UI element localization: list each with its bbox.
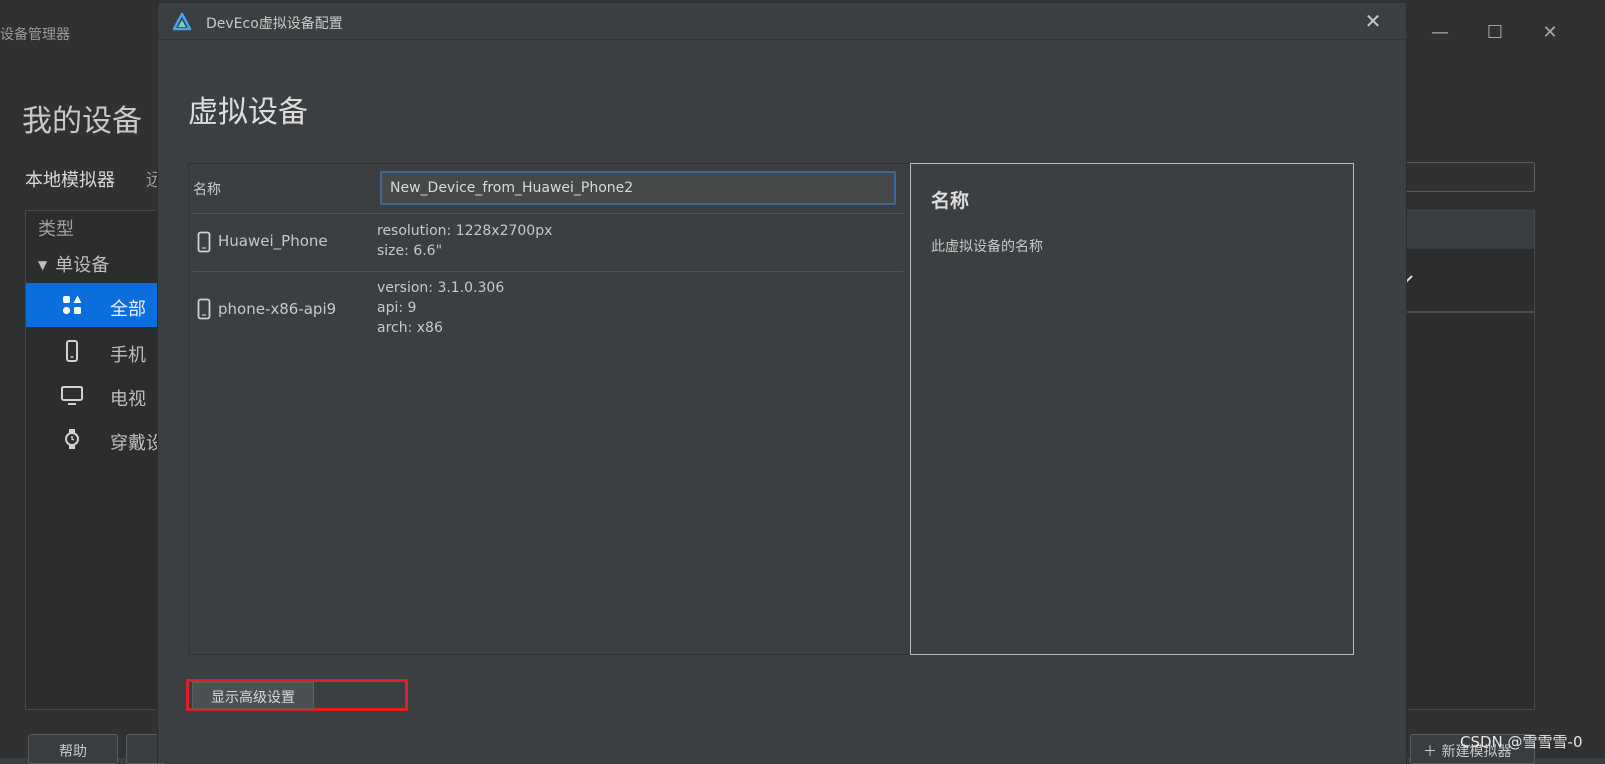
minimize-icon[interactable]: — <box>1425 24 1455 44</box>
device-config-form: 名称 Huawei_Phone resolution: 1228x2700px … <box>188 163 918 655</box>
system-image-specs: version: 3.1.0.306 api: 9 arch: x86 <box>377 278 504 338</box>
group-label: 单设备 <box>55 255 110 276</box>
watch-icon <box>65 429 79 449</box>
device-type-sidebar: 类型 ▼ 单设备 全部 手机 电视 穿戴设 <box>25 210 166 710</box>
help-title: 名称 <box>931 190 970 212</box>
phone-icon <box>197 298 211 320</box>
collapse-triangle-icon[interactable]: ▼ <box>38 258 47 272</box>
hardware-resolution: resolution: 1228x2700px <box>377 223 553 239</box>
system-image-name: phone-x86-api9 <box>218 300 337 318</box>
type-column-header: 类型 <box>38 219 74 240</box>
window-close-icon[interactable]: ✕ <box>1535 24 1565 44</box>
grid-icon <box>62 295 82 315</box>
deveco-logo-icon <box>172 12 192 31</box>
phone-icon <box>66 340 78 362</box>
tab-local-emulator[interactable]: 本地模拟器 <box>25 166 115 192</box>
hardware-specs: resolution: 1228x2700px size: 6.6" <box>377 221 552 261</box>
name-row: 名称 <box>193 164 903 214</box>
sidebar-item-phone[interactable]: 手机 <box>26 329 166 373</box>
phone-icon <box>197 231 211 253</box>
sidebar-item-wearable[interactable]: 穿戴设 <box>26 417 166 461</box>
help-description: 此虚拟设备的名称 <box>931 239 1043 255</box>
device-name-input[interactable] <box>380 171 896 205</box>
virtual-device-config-dialog: DevEco虚拟设备配置 ✕ 虚拟设备 名称 Huawei_Phone reso… <box>157 3 1407 763</box>
page-title: 我的设备 <box>22 104 142 139</box>
dialog-titlebar: DevEco虚拟设备配置 ✕ <box>158 3 1406 40</box>
dialog-title: DevEco虚拟设备配置 <box>206 16 343 32</box>
sidebar-item-label: 手机 <box>110 345 146 366</box>
system-image-api: api: 9 <box>377 300 417 316</box>
name-label: 名称 <box>193 182 221 198</box>
system-image-arch: arch: x86 <box>377 320 443 336</box>
close-icon[interactable]: ✕ <box>1362 11 1384 33</box>
sidebar-item-tv[interactable]: 电视 <box>26 373 166 417</box>
field-help-panel: 名称 此虚拟设备的名称 <box>910 163 1354 655</box>
sidebar-item-label: 全部 <box>110 299 146 320</box>
sidebar-item-label: 穿戴设 <box>110 433 164 454</box>
system-image-version: version: 3.1.0.306 <box>377 280 505 296</box>
hardware-name: Huawei_Phone <box>218 232 328 250</box>
sidebar-item-label: 电视 <box>110 389 146 410</box>
tv-icon <box>61 386 83 405</box>
sidebar-item-all[interactable]: 全部 <box>26 283 166 327</box>
dialog-heading: 虚拟设备 <box>188 95 308 130</box>
single-device-group[interactable]: ▼ 单设备 <box>38 251 109 277</box>
hardware-size: size: 6.6" <box>377 243 443 259</box>
show-advanced-settings-button[interactable]: 显示高级设置 <box>192 682 314 709</box>
maximize-icon[interactable]: ☐ <box>1480 24 1510 44</box>
watermark: CSDN @雪雪雪-0 <box>1460 733 1583 751</box>
device-manager-title: 设备管理器 <box>0 27 70 43</box>
help-button[interactable]: 帮助 <box>28 734 118 764</box>
hardware-profile-row[interactable]: Huawei_Phone resolution: 1228x2700px siz… <box>193 214 903 272</box>
system-image-row[interactable]: phone-x86-api9 version: 3.1.0.306 api: 9… <box>193 272 903 348</box>
